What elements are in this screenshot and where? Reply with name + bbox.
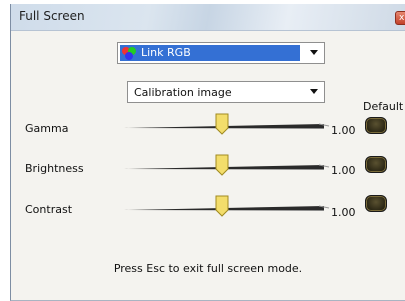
full-screen-window: Full Screen x Link RGB Calibration image… xyxy=(10,4,405,301)
gamma-value: 1.00 xyxy=(331,124,356,137)
default-header: Default xyxy=(363,100,404,113)
profile-dropdown[interactable]: Link RGB xyxy=(117,42,325,64)
contrast-default-button[interactable] xyxy=(365,195,387,212)
profile-selected: Link RGB xyxy=(120,45,300,61)
brightness-label: Brightness xyxy=(25,162,84,175)
contrast-label: Contrast xyxy=(25,203,73,216)
gamma-slider[interactable] xyxy=(124,120,334,134)
title-bar: Full Screen x xyxy=(11,4,405,31)
chevron-down-icon[interactable] xyxy=(310,89,318,94)
contrast-value: 1.00 xyxy=(331,206,356,219)
close-button[interactable]: x xyxy=(395,11,405,25)
gamma-default-button[interactable] xyxy=(365,117,387,134)
brightness-slider-thumb[interactable] xyxy=(215,154,229,176)
gamma-label: Gamma xyxy=(25,122,69,135)
image-selected: Calibration image xyxy=(134,86,232,99)
gamma-slider-thumb[interactable] xyxy=(215,113,229,135)
window-title: Full Screen xyxy=(19,9,85,23)
contrast-slider-thumb[interactable] xyxy=(215,195,229,217)
close-icon: x xyxy=(399,13,405,23)
brightness-default-button[interactable] xyxy=(365,156,387,173)
brightness-value: 1.00 xyxy=(331,164,356,177)
footer-hint: Press Esc to exit full screen mode. xyxy=(113,262,303,275)
profile-label: Link RGB xyxy=(141,46,191,59)
image-dropdown[interactable]: Calibration image xyxy=(127,81,325,103)
brightness-slider[interactable] xyxy=(124,161,334,175)
rgb-circles-icon xyxy=(122,47,138,60)
chevron-down-icon[interactable] xyxy=(310,50,318,55)
contrast-slider[interactable] xyxy=(124,202,334,216)
